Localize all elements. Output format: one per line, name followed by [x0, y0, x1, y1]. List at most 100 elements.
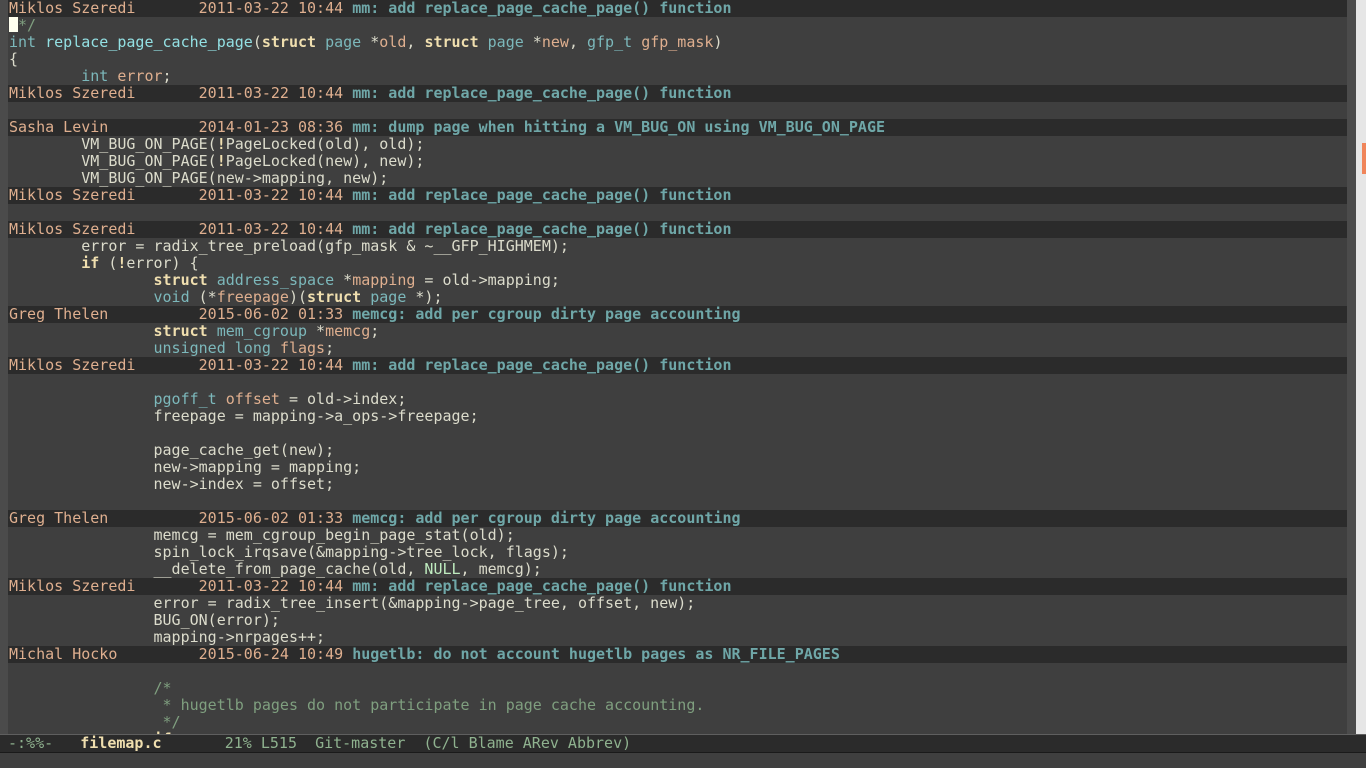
code-token: freepage — [216, 288, 289, 306]
code-token: /* — [153, 679, 172, 697]
blame-commit-summary[interactable]: memcg: add per cgroup dirty page account… — [352, 509, 740, 527]
code-token: offset — [225, 390, 280, 408]
blame-author: Miklos Szeredi — [9, 220, 199, 238]
blame-commit-summary[interactable]: mm: add replace_page_cache_page() functi… — [352, 220, 731, 238]
code-line: /* — [8, 680, 1347, 697]
vertical-scrollbar[interactable] — [1356, 0, 1366, 735]
code-token: , — [568, 33, 587, 51]
blame-header-row: Greg Thelen 2015-06-02 01:33 memcg: add … — [8, 306, 1347, 323]
code-token: ! — [216, 152, 226, 170]
blame-editor-buffer[interactable]: Miklos Szeredi 2011-03-22 10:44 mm: add … — [0, 0, 1347, 735]
code-token: * — [361, 33, 380, 51]
blame-header-row: Sasha Levin 2014-01-23 08:36 mm: dump pa… — [8, 119, 1347, 136]
code-token: PageLocked(old), old); — [225, 135, 425, 153]
blame-header-row: Miklos Szeredi 2011-03-22 10:44 mm: add … — [8, 578, 1347, 595]
blame-commit-summary[interactable]: memcg: add per cgroup dirty page account… — [352, 305, 740, 323]
blame-commit-summary[interactable]: mm: dump page when hitting a VM_BUG_ON u… — [352, 118, 885, 136]
blame-date: 2015-06-02 01:33 — [198, 509, 344, 527]
code-line: VM_BUG_ON_PAGE(!PageLocked(old), old); — [8, 136, 1347, 153]
code-token: new — [541, 33, 569, 51]
blame-commit-summary[interactable]: hugetlb: do not account hugetlb pages as… — [352, 645, 840, 663]
code-line: spin_lock_irqsave(&mapping->tree_lock, f… — [8, 544, 1347, 561]
blame-author: Miklos Szeredi — [9, 577, 199, 595]
code-line: pgoff_t offset = old->index; — [8, 391, 1347, 408]
code-token: VM_BUG_ON_PAGE( — [9, 152, 217, 170]
code-token: ; — [162, 67, 172, 85]
text-cursor — [9, 17, 18, 32]
blame-date: 2015-06-24 10:49 — [198, 645, 344, 663]
blame-date: 2011-03-22 10:44 — [198, 577, 344, 595]
code-line: freepage = mapping->a_ops->freepage; — [8, 408, 1347, 425]
code-token: ( — [99, 254, 118, 272]
code-token: , memcg); — [460, 560, 542, 578]
code-line: new->mapping = mapping; — [8, 459, 1347, 476]
modeline-position: 21% — [224, 734, 252, 752]
blame-date: 2011-03-22 10:44 — [198, 186, 344, 204]
blame-header-row: Miklos Szeredi 2011-03-22 10:44 mm: add … — [8, 357, 1347, 374]
blame-commit-summary[interactable]: mm: add replace_page_cache_page() functi… — [352, 186, 731, 204]
code-token: * hugetlb pages do not participate in pa… — [153, 696, 705, 714]
code-token: memcg — [325, 322, 371, 340]
code-token: page_cache_get(new); — [9, 441, 335, 459]
modeline-buffer-name[interactable]: filemap.c — [80, 734, 161, 752]
code-line: * hugetlb pages do not participate in pa… — [8, 697, 1347, 714]
code-line: error = radix_tree_insert(&mapping->page… — [8, 595, 1347, 612]
code-token: */ — [18, 16, 37, 34]
code-token: gfp_mask — [641, 33, 714, 51]
code-token: old — [379, 33, 407, 51]
code-token: flags — [279, 339, 326, 357]
modeline-vc-branch[interactable]: Git-master — [315, 734, 405, 752]
blame-commit-summary[interactable]: mm: add replace_page_cache_page() functi… — [352, 356, 731, 374]
code-line: struct mem_cgroup *memcg; — [8, 323, 1347, 340]
code-token: struct — [153, 271, 208, 289]
blame-author: Sasha Levin — [9, 118, 199, 136]
blame-header-row: Miklos Szeredi 2011-03-22 10:44 mm: add … — [8, 187, 1347, 204]
code-token: error = radix_tree_preload(gfp_mask & ~_… — [9, 237, 569, 255]
modeline-modes[interactable]: (C/l Blame ARev Abbrev) — [423, 734, 631, 752]
blame-header-row: Michal Hocko 2015-06-24 10:49 hugetlb: d… — [8, 646, 1347, 663]
blame-date: 2011-03-22 10:44 — [198, 220, 344, 238]
scrollbar-thumb[interactable] — [1362, 143, 1366, 174]
code-token: page — [487, 33, 524, 51]
blame-commit-summary[interactable]: mm: add replace_page_cache_page() functi… — [352, 577, 731, 595]
code-line: BUG_ON(error); — [8, 612, 1347, 629]
code-token: int — [81, 67, 109, 85]
code-line: VM_BUG_ON_PAGE(new->mapping, new); — [8, 170, 1347, 187]
code-line: VM_BUG_ON_PAGE(!PageLocked(new), new); — [8, 153, 1347, 170]
code-line: if (!error) { — [8, 255, 1347, 272]
minibuffer[interactable] — [0, 753, 1366, 768]
mode-line: -:%%- filemap.c 21% L515 Git-master (C/l… — [0, 734, 1366, 753]
code-token: void — [153, 288, 190, 306]
code-token: = old->index; — [279, 390, 407, 408]
blame-commit-summary[interactable]: mm: add replace_page_cache_page() functi… — [352, 0, 731, 17]
blame-header-row: Miklos Szeredi 2011-03-22 10:44 mm: add … — [8, 0, 1347, 17]
code-token: )( — [288, 288, 308, 306]
code-token: page — [370, 288, 407, 306]
blame-commit-summary[interactable]: mm: add replace_page_cache_page() functi… — [352, 84, 731, 102]
blame-header-row: Miklos Szeredi 2011-03-22 10:44 mm: add … — [8, 85, 1347, 102]
code-line: struct address_space *mapping = old->map… — [8, 272, 1347, 289]
code-line: */ — [8, 17, 1347, 34]
blame-author: Michal Hocko — [9, 645, 199, 663]
code-token: new->index = offset; — [9, 475, 335, 493]
code-token: */ — [153, 713, 181, 731]
blame-date: 2015-06-02 01:33 — [198, 305, 344, 323]
